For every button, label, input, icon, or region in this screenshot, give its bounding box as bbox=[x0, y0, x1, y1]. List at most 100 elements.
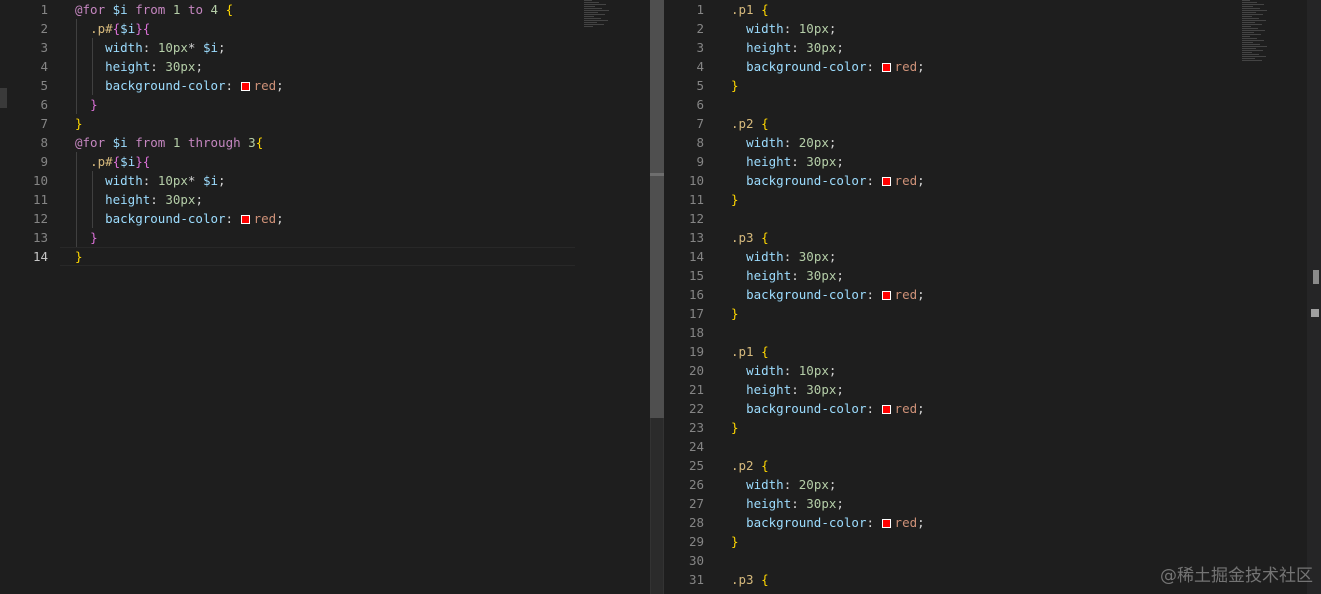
code-line[interactable]: 24 bbox=[664, 437, 1224, 456]
code-line[interactable]: 26 width: 20px; bbox=[664, 475, 1224, 494]
line-number: 18 bbox=[688, 325, 704, 340]
code-line[interactable]: 5 background-color: red; bbox=[0, 76, 560, 95]
minimap[interactable] bbox=[584, 0, 614, 28]
code-line[interactable]: 6 } bbox=[0, 95, 560, 114]
code-token: $i bbox=[112, 2, 128, 17]
code-line[interactable]: 19 .p1 { bbox=[664, 342, 1224, 361]
scroll-position-marker bbox=[650, 173, 664, 176]
code-line[interactable]: 11 height: 30px; bbox=[0, 190, 560, 209]
code-text: .p3 { bbox=[731, 570, 769, 589]
code-token: background-color bbox=[746, 59, 867, 74]
code-line[interactable]: 9 height: 30px; bbox=[664, 152, 1224, 171]
code-line[interactable]: 3 width: 10px* $i; bbox=[0, 38, 560, 57]
vertical-scrollbar[interactable] bbox=[1307, 0, 1321, 594]
code-line[interactable]: 12 bbox=[664, 209, 1224, 228]
code-line[interactable]: 10 background-color: red; bbox=[664, 171, 1224, 190]
code-token: width bbox=[746, 21, 784, 36]
code-line[interactable]: 6 bbox=[664, 95, 1224, 114]
code-line[interactable]: 5} bbox=[664, 76, 1224, 95]
code-line[interactable]: 16 background-color: red; bbox=[664, 285, 1224, 304]
code-token: width bbox=[746, 249, 784, 264]
code-text: } bbox=[75, 95, 98, 114]
color-swatch-icon[interactable] bbox=[881, 63, 891, 72]
code-token: 30px bbox=[806, 496, 837, 511]
code-line[interactable]: 9 .p#{$i}{ bbox=[0, 152, 560, 171]
code-line[interactable]: 7 .p2 { bbox=[664, 114, 1224, 133]
code-token: 30px bbox=[165, 59, 196, 74]
code-line[interactable]: 11} bbox=[664, 190, 1224, 209]
line-number: 6 bbox=[696, 97, 704, 112]
code-line[interactable]: 30 bbox=[664, 551, 1224, 570]
code-line[interactable]: 7} bbox=[0, 114, 560, 133]
color-swatch-icon[interactable] bbox=[240, 215, 250, 224]
code-token: red bbox=[894, 173, 918, 188]
code-line[interactable]: 4 height: 30px; bbox=[0, 57, 560, 76]
code-token: .p# bbox=[90, 154, 113, 169]
code-line[interactable]: 10 width: 10px* $i; bbox=[0, 171, 560, 190]
code-token: { bbox=[255, 135, 264, 150]
code-line[interactable]: 29} bbox=[664, 532, 1224, 551]
code-line[interactable]: 8 width: 20px; bbox=[664, 133, 1224, 152]
code-token: width bbox=[746, 363, 784, 378]
scrollbar-marker bbox=[1311, 309, 1319, 317]
code-line[interactable]: 15 height: 30px; bbox=[664, 266, 1224, 285]
code-token: 30px bbox=[806, 382, 837, 397]
code-token: .p2 bbox=[731, 458, 754, 473]
code-line[interactable]: 14 width: 30px; bbox=[664, 247, 1224, 266]
code-text: height: 30px; bbox=[731, 38, 844, 57]
code-token: { bbox=[761, 344, 769, 359]
code-text: } bbox=[731, 304, 739, 323]
code-text: background-color: red; bbox=[75, 209, 284, 228]
line-number: 25 bbox=[688, 458, 704, 473]
code-token: $i bbox=[202, 173, 219, 188]
code-token: @for bbox=[75, 135, 106, 150]
code-line[interactable]: 22 background-color: red; bbox=[664, 399, 1224, 418]
code-line[interactable]: 2 .p#{$i}{ bbox=[0, 19, 560, 38]
code-line[interactable]: 21 height: 30px; bbox=[664, 380, 1224, 399]
code-token: ; bbox=[828, 477, 837, 492]
code-line[interactable]: 12 background-color: red; bbox=[0, 209, 560, 228]
color-swatch-icon[interactable] bbox=[881, 519, 891, 528]
code-text: height: 30px; bbox=[731, 494, 844, 513]
code-line[interactable]: 23} bbox=[664, 418, 1224, 437]
code-text: width: 10px* $i; bbox=[75, 171, 225, 190]
code-token: : bbox=[783, 477, 799, 492]
right-editor-pane[interactable]: 1 .p1 {2 width: 10px; 3 height: 30px; 4 bac… bbox=[664, 0, 1321, 594]
color-swatch-icon[interactable] bbox=[881, 405, 891, 414]
code-line[interactable]: 28 background-color: red; bbox=[664, 513, 1224, 532]
code-line[interactable]: 3 height: 30px; bbox=[664, 38, 1224, 57]
color-swatch-icon[interactable] bbox=[881, 177, 891, 186]
code-line[interactable]: 13 } bbox=[0, 228, 560, 247]
left-scrollbar-thumb[interactable] bbox=[650, 0, 664, 418]
color-swatch-icon[interactable] bbox=[240, 82, 250, 91]
code-token: through bbox=[187, 135, 241, 150]
scrollbar-thumb[interactable] bbox=[1313, 270, 1319, 284]
code-line[interactable]: 4 background-color: red; bbox=[664, 57, 1224, 76]
code-token: ; bbox=[276, 211, 284, 226]
code-line[interactable]: 18 bbox=[664, 323, 1224, 342]
code-line[interactable]: 14} bbox=[0, 247, 560, 266]
code-token: .p1 bbox=[731, 2, 754, 17]
code-line[interactable]: 20 width: 10px; bbox=[664, 361, 1224, 380]
code-line[interactable]: 1 .p1 { bbox=[664, 0, 1224, 19]
code-line[interactable]: 25 .p2 { bbox=[664, 456, 1224, 475]
code-line[interactable]: 13 .p3 { bbox=[664, 228, 1224, 247]
code-line[interactable]: 1 @for $i from 1 to 4 { bbox=[0, 0, 560, 19]
code-line[interactable]: 8 @for $i from 1 through 3{ bbox=[0, 133, 560, 152]
color-swatch-icon[interactable] bbox=[881, 291, 891, 300]
code-token: red bbox=[894, 401, 918, 416]
code-text: .p1 { bbox=[731, 0, 769, 19]
code-line[interactable]: 31 .p3 { bbox=[664, 570, 1224, 589]
minimap[interactable] bbox=[1242, 0, 1272, 62]
code-line[interactable]: 27 height: 30px; bbox=[664, 494, 1224, 513]
code-token: }{ bbox=[135, 21, 151, 36]
code-line[interactable]: 2 width: 10px; bbox=[664, 19, 1224, 38]
left-editor-pane[interactable]: 1 @for $i from 1 to 4 {2 .p#{$i}{3 width:… bbox=[0, 0, 650, 594]
code-line[interactable]: 17} bbox=[664, 304, 1224, 323]
code-token: } bbox=[90, 230, 98, 245]
